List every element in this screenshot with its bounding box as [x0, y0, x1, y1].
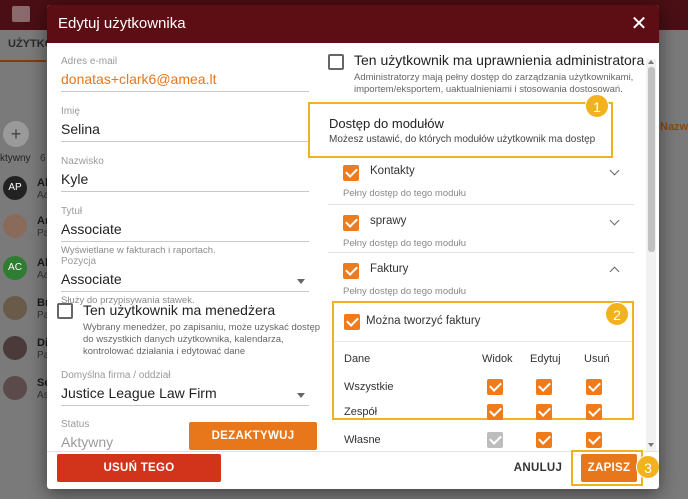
- manager-description: Wybrany menedżer, po zapisaniu, może uzy…: [83, 322, 321, 357]
- status-field: Status Aktywny: [61, 419, 181, 455]
- delete-user-button[interactable]: USUŃ TEGO UŻYTKOWNIKA: [57, 454, 221, 482]
- firm-label: Domyślna firma / oddział: [61, 370, 171, 381]
- admin-checkbox[interactable]: [328, 54, 344, 70]
- position-select[interactable]: Associate: [61, 267, 309, 292]
- last-name-label: Nazwisko: [61, 156, 104, 167]
- save-callout: ZAPISZ: [571, 450, 643, 486]
- last-name-field[interactable]: Nazwisko Kyle: [61, 156, 309, 192]
- position-label: Pozycja: [61, 256, 97, 267]
- module-description: Pełny dostęp do tego modułu: [343, 188, 467, 199]
- last-name-input[interactable]: Kyle: [61, 167, 309, 192]
- module-description: Pełny dostęp do tego modułu: [343, 286, 467, 297]
- scroll-down-icon[interactable]: [648, 443, 654, 447]
- module-name: Kontakty: [370, 165, 415, 177]
- can-create-invoices-checkbox[interactable]: [344, 314, 360, 330]
- title-hint: Wyświetlane w fakturach i raportach.: [61, 245, 216, 256]
- status-label: Status: [61, 419, 90, 430]
- avatar: [3, 296, 27, 320]
- header-usun: Usuń: [584, 353, 610, 365]
- header-dane: Dane: [344, 353, 371, 365]
- modules-access-title: Dostęp do modułów: [329, 116, 444, 131]
- row-label: Wszystkie: [344, 381, 394, 393]
- first-name-input[interactable]: Selina: [61, 117, 309, 142]
- cancel-button[interactable]: ANULUJ: [509, 454, 567, 482]
- avatar: AC: [3, 256, 27, 280]
- email-field[interactable]: Adres e-mail donatas+clark6@amea.lt: [61, 56, 309, 92]
- users-tab-indicator: [0, 60, 46, 62]
- firm-dropdown-icon[interactable]: [297, 393, 305, 398]
- count-column-header: 6: [40, 153, 46, 164]
- email-label: Adres e-mail: [61, 56, 118, 67]
- callout-badge-2: 2: [605, 302, 629, 326]
- permissions-header: Dane Widok Edytuj Usuń: [344, 347, 624, 371]
- chevron-down-icon[interactable]: [609, 165, 620, 176]
- modules-access-description: Możesz ustawić, do których modułów użytk…: [329, 134, 596, 145]
- permission-row-all: Wszystkie: [344, 375, 624, 399]
- can-create-invoices-label: Można tworzyć faktury: [366, 315, 481, 327]
- manager-checkbox[interactable]: [57, 303, 73, 319]
- module-description: Pełny dostęp do tego modułu: [343, 238, 467, 249]
- contacts-icon: [12, 6, 30, 22]
- edit-checkbox[interactable]: [536, 404, 552, 420]
- callout-badge-1: 1: [585, 94, 609, 118]
- edit-checkbox[interactable]: [536, 379, 552, 395]
- module-checkbox-kontakty[interactable]: [343, 165, 359, 181]
- permission-row-own: Własne: [344, 428, 624, 452]
- modules-access-callout: Dostęp do modułów Możesz ustawić, do któ…: [308, 102, 613, 158]
- scrollbar-thumb[interactable]: [648, 67, 655, 252]
- module-checkbox-faktury[interactable]: [343, 263, 359, 279]
- first-name-label: Imię: [61, 106, 80, 117]
- delete-checkbox[interactable]: [586, 404, 602, 420]
- module-checkbox-sprawy[interactable]: [343, 215, 359, 231]
- scroll-up-icon[interactable]: [648, 60, 654, 64]
- name-column-header: Nazwa: [660, 121, 688, 133]
- first-name-field[interactable]: Imię Selina: [61, 106, 309, 142]
- module-row-kontakty[interactable]: Kontakty Pełny dostęp do tego modułu: [328, 155, 634, 205]
- row-label: Własne: [344, 434, 381, 446]
- email-input[interactable]: donatas+clark6@amea.lt: [61, 67, 309, 92]
- position-dropdown-icon[interactable]: [297, 279, 305, 284]
- admin-description: Administratorzy mają pełny dostęp do zar…: [354, 72, 634, 95]
- avatar: AP: [3, 176, 27, 200]
- delete-checkbox[interactable]: [586, 379, 602, 395]
- admin-label: Ten użytkownik ma uprawnienia administra…: [354, 52, 645, 68]
- position-field[interactable]: Pozycja Associate Służy do przypisywania…: [61, 256, 309, 306]
- manager-label: Ten użytkownik ma menedżera: [83, 302, 276, 318]
- divider: [334, 341, 632, 342]
- edit-checkbox[interactable]: [536, 432, 552, 448]
- view-checkbox[interactable]: [487, 379, 503, 395]
- module-name: sprawy: [370, 215, 407, 227]
- module-row-sprawy[interactable]: sprawy Pełny dostęp do tego modułu: [328, 205, 634, 253]
- header-edytuj: Edytuj: [530, 353, 561, 365]
- firm-select[interactable]: Justice League Law Firm: [61, 381, 309, 406]
- add-user-fab: +: [3, 121, 29, 147]
- view-checkbox-disabled: [487, 432, 503, 448]
- row-label: Zespół: [344, 406, 378, 418]
- dialog-title: Edytuj użytkownika: [58, 15, 186, 32]
- footer-divider: [47, 451, 659, 452]
- header-widok: Widok: [482, 353, 513, 365]
- avatar: [3, 376, 27, 400]
- title-label: Tytuł: [61, 206, 83, 217]
- deactivate-button[interactable]: DEZAKTYWUJ: [189, 422, 317, 450]
- title-field[interactable]: Tytuł Associate Wyświetlane w fakturach …: [61, 206, 309, 256]
- edit-user-dialog: Edytuj użytkownika ✕ Adres e-mail donata…: [47, 5, 659, 489]
- permission-row-team: Zespół: [344, 400, 624, 424]
- module-name: Faktury: [370, 263, 409, 275]
- firm-field[interactable]: Domyślna firma / oddział Justice League …: [61, 370, 309, 406]
- close-icon[interactable]: ✕: [627, 12, 651, 36]
- delete-checkbox[interactable]: [586, 432, 602, 448]
- avatar: [3, 214, 27, 238]
- view-checkbox[interactable]: [487, 404, 503, 420]
- avatar: [3, 336, 27, 360]
- save-button[interactable]: ZAPISZ: [581, 454, 637, 482]
- title-input[interactable]: Associate: [61, 217, 309, 242]
- chevron-up-icon[interactable]: [609, 266, 620, 277]
- active-column-header: ktywny: [0, 153, 31, 164]
- dialog-header: Edytuj użytkownika ✕: [47, 5, 659, 43]
- callout-badge-3: 3: [636, 455, 659, 479]
- chevron-down-icon[interactable]: [609, 215, 620, 226]
